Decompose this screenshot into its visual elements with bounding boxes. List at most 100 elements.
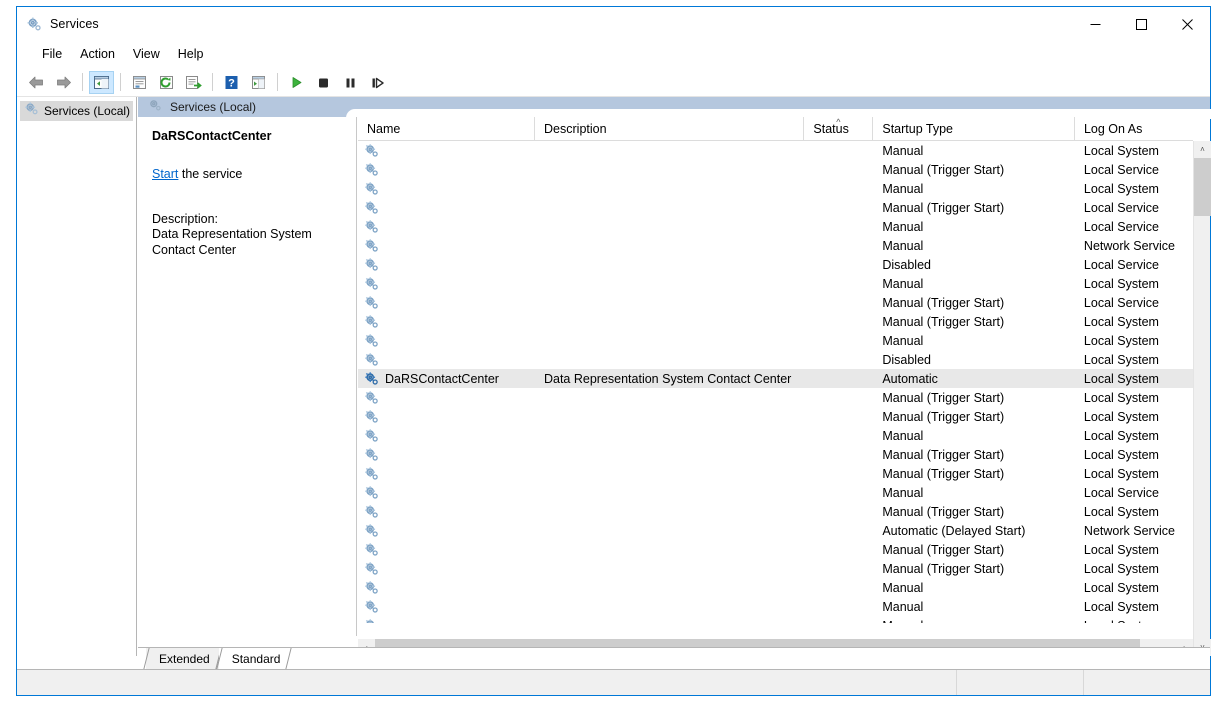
cell-startup-type: Manual: [882, 485, 924, 500]
cell-log-on-as: Local Service: [1083, 200, 1159, 215]
cell-name: [358, 428, 535, 444]
vertical-scrollbar-thumb[interactable]: [1194, 158, 1211, 216]
table-row[interactable]: ManualLocal System: [358, 274, 1193, 293]
table-row[interactable]: ManualLocal System: [358, 179, 1193, 198]
detail-description-text: Data Representation System Contact Cente…: [152, 227, 312, 257]
table-row[interactable]: Manual (Trigger Start) Local Service: [358, 293, 1193, 312]
table-row[interactable]: ManualLocal System: [358, 331, 1193, 350]
toolbar-separator: [212, 73, 213, 91]
service-gear-icon: [364, 428, 380, 444]
back-arrow-icon[interactable]: [24, 71, 49, 94]
scroll-up-button[interactable]: ˄: [1194, 141, 1211, 158]
cell-name-label: DaRSContactCenter: [385, 371, 499, 386]
cell-name: [358, 295, 535, 311]
close-button[interactable]: [1164, 7, 1210, 41]
service-gear-icon: [364, 447, 380, 463]
table-row[interactable]: ManualLocal System: [358, 597, 1193, 616]
forward-arrow-icon[interactable]: [51, 71, 76, 94]
cell-name: [358, 238, 535, 254]
service-gear-icon: [364, 238, 380, 254]
start-service-link[interactable]: Start: [152, 167, 178, 181]
table-row[interactable]: DaRSContactCenter Data Representation Sys…: [358, 369, 1193, 388]
list-column-headers: Name Description ^ Status Startup Type Lo…: [358, 117, 1193, 141]
column-header-startup-type-label: Startup Type: [882, 121, 954, 136]
table-row[interactable]: Manual (Trigger Start) Local System: [358, 540, 1193, 559]
cell-name: [358, 504, 535, 520]
menu-view[interactable]: View: [124, 44, 169, 64]
help-icon[interactable]: ?: [219, 71, 244, 94]
cell-log-on-as: Local Service: [1083, 257, 1159, 272]
services-gear-icon: [26, 16, 42, 32]
tab-edge-left: [216, 648, 233, 669]
vertical-scrollbar[interactable]: ˄ ˅: [1193, 141, 1211, 656]
cell-name: [358, 409, 535, 425]
menu-action[interactable]: Action: [71, 44, 124, 64]
refresh-icon[interactable]: [154, 71, 179, 94]
menu-file[interactable]: File: [33, 44, 71, 64]
cell-startup-type: Manual (Trigger Start): [882, 295, 1005, 310]
table-row[interactable]: ManualLocal System: [358, 616, 1193, 623]
cell-log-on-as: Local System: [1083, 371, 1159, 386]
cell-log-on-as: Local System: [1083, 580, 1159, 595]
cell-startup-type: Manual (Trigger Start): [882, 200, 1005, 215]
table-row[interactable]: Manual Local Service: [358, 483, 1193, 502]
cell-startup-type: Manual (Trigger Start): [882, 390, 1005, 405]
show-action-pane-icon[interactable]: [246, 71, 271, 94]
service-gear-icon: [364, 523, 380, 539]
console-tree-pane: Services (Local): [17, 97, 137, 656]
show-hide-tree-icon[interactable]: [89, 70, 114, 94]
table-row[interactable]: Automatic (Delayed Start) Network Service: [358, 521, 1193, 540]
properties-icon[interactable]: [127, 71, 152, 94]
table-row[interactable]: Manual (Trigger Start) Local System: [358, 312, 1193, 331]
table-row[interactable]: Manual (Trigger Start) Local System: [358, 445, 1193, 464]
pause-service-icon[interactable]: [338, 71, 363, 94]
export-list-icon[interactable]: [181, 71, 206, 94]
cell-startup-type: Manual: [882, 580, 924, 595]
service-gear-icon: [364, 466, 380, 482]
table-row[interactable]: Manual Network Service: [358, 236, 1193, 255]
table-row[interactable]: ManualLocal System: [358, 141, 1193, 160]
tab-extended[interactable]: Extended: [143, 648, 222, 669]
column-header-description[interactable]: Description: [535, 117, 805, 140]
table-row[interactable]: Manual (Trigger Start) Local System: [358, 502, 1193, 521]
column-header-name[interactable]: Name: [358, 117, 536, 140]
table-row[interactable]: Disabled Local Service: [358, 255, 1193, 274]
service-gear-icon: [364, 314, 380, 330]
table-row[interactable]: Manual (Trigger Start) Local System: [358, 407, 1193, 426]
table-row[interactable]: Manual Local Service: [358, 217, 1193, 236]
service-gear-icon: [364, 542, 380, 558]
minimize-button[interactable]: [1072, 7, 1118, 41]
cell-log-on-as: Local System: [1083, 561, 1159, 576]
column-header-startup-type[interactable]: Startup Type: [873, 117, 1075, 140]
service-gear-icon: [364, 295, 380, 311]
column-header-log-on-as[interactable]: Log On As: [1075, 117, 1193, 140]
column-header-status-label: Status: [813, 121, 849, 136]
cell-startup-type: Manual: [873, 619, 1075, 624]
tab-standard[interactable]: Standard: [216, 648, 293, 669]
table-row[interactable]: Manual (Trigger Start) Local Service: [358, 160, 1193, 179]
start-service-icon[interactable]: [284, 71, 309, 94]
column-header-description-label: Description: [544, 121, 607, 136]
tree-node-label: Services (Local): [44, 104, 131, 118]
cell-startup-type: Manual: [882, 333, 924, 348]
column-header-status[interactable]: ^ Status: [804, 117, 874, 140]
maximize-button[interactable]: [1118, 7, 1164, 41]
table-row[interactable]: Manual (Trigger Start) Local System: [358, 464, 1193, 483]
table-row[interactable]: ManualLocal System: [358, 426, 1193, 445]
table-row[interactable]: Disabled Local System: [358, 350, 1193, 369]
table-row[interactable]: Manual (Trigger Start) Local Service: [358, 198, 1193, 217]
stop-service-icon[interactable]: [311, 71, 336, 94]
restart-service-icon[interactable]: [365, 71, 390, 94]
cell-log-on-as: Local System: [1083, 504, 1159, 519]
table-row[interactable]: Manual (Trigger Start) Local System: [358, 559, 1193, 578]
cell-startup-type: Manual (Trigger Start): [882, 542, 1005, 557]
table-row[interactable]: Manual (Trigger Start) Local System: [358, 388, 1193, 407]
table-row[interactable]: Manual Local System: [358, 578, 1193, 597]
cell-name: [358, 485, 535, 501]
cell-log-on-as: Local System: [1083, 466, 1159, 481]
list-rows-container[interactable]: Manual Local System Manual (Trigger Start)…: [358, 141, 1193, 623]
menu-help[interactable]: Help: [169, 44, 213, 64]
tree-node-services-local[interactable]: Services (Local): [20, 101, 133, 121]
service-gear-icon: [364, 257, 380, 273]
cell-startup-type: Manual: [882, 428, 924, 443]
